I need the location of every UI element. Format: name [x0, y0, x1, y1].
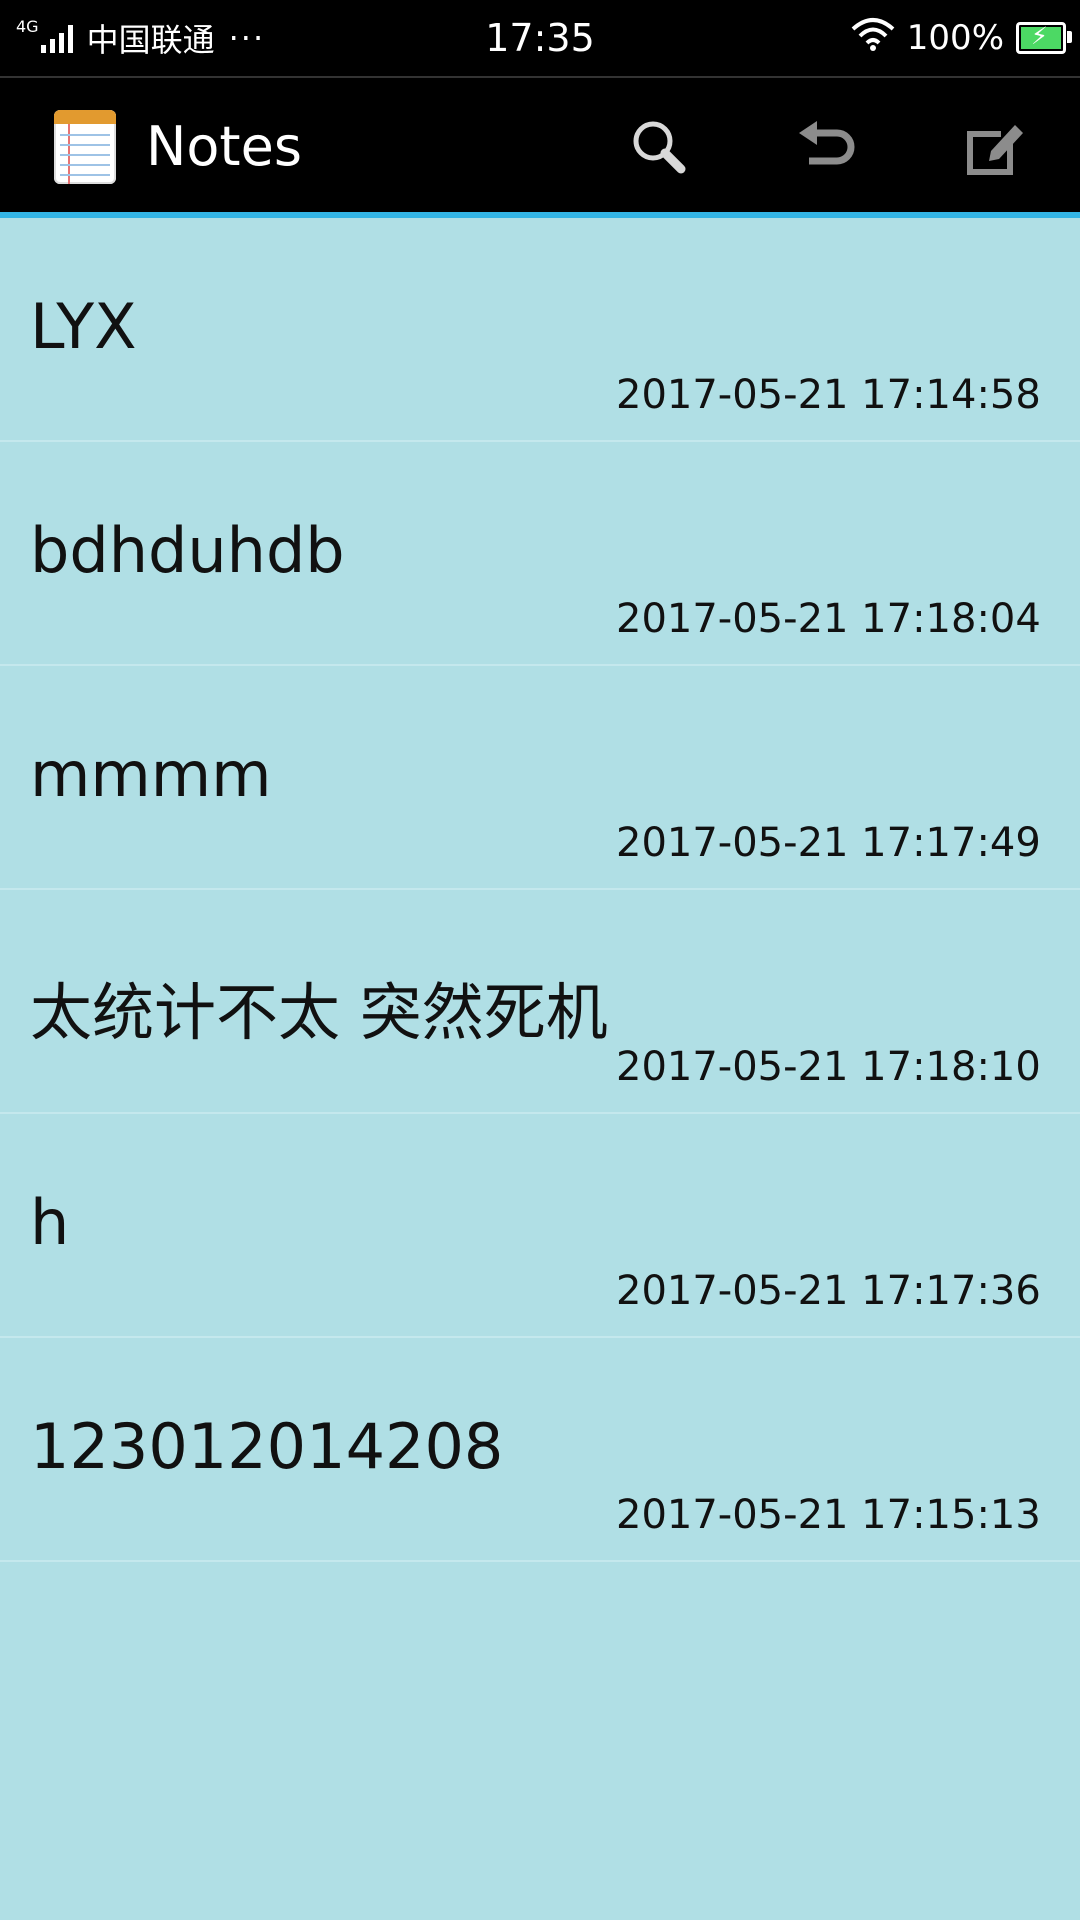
- battery-icon: ⚡: [1016, 22, 1072, 54]
- list-item[interactable]: 太统计不太 突然死机 2017-05-21 17:18:10: [0, 890, 1080, 1114]
- list-item[interactable]: LYX 2017-05-21 17:14:58: [0, 218, 1080, 442]
- search-icon: [633, 121, 686, 174]
- note-timestamp: 2017-05-21 17:15:13: [616, 1492, 1041, 1538]
- note-title: LYX: [30, 290, 137, 363]
- note-title: 太统计不太 突然死机: [30, 976, 608, 1049]
- note-timestamp: 2017-05-21 17:14:58: [616, 372, 1041, 418]
- compose-icon: [967, 125, 1023, 175]
- note-list: LYX 2017-05-21 17:14:58 bdhduhdb 2017-05…: [0, 218, 1080, 1562]
- action-bar: Notes: [0, 76, 1080, 212]
- note-title: 123012014208: [30, 1410, 504, 1483]
- note-title: mmmm: [30, 738, 272, 811]
- undo-button[interactable]: [782, 102, 872, 192]
- note-timestamp: 2017-05-21 17:18:10: [616, 1044, 1041, 1090]
- note-title: bdhduhdb: [30, 514, 345, 587]
- note-timestamp: 2017-05-21 17:17:36: [616, 1268, 1041, 1314]
- list-item[interactable]: h 2017-05-21 17:17:36: [0, 1114, 1080, 1338]
- charging-icon: ⚡: [1031, 22, 1048, 50]
- status-bar: 4G 中国联通 ··· 17:35 100% ⚡: [0, 0, 1080, 76]
- note-timestamp: 2017-05-21 17:18:04: [616, 596, 1041, 642]
- compose-button[interactable]: [948, 102, 1038, 192]
- list-item[interactable]: 123012014208 2017-05-21 17:15:13: [0, 1338, 1080, 1562]
- note-timestamp: 2017-05-21 17:17:49: [616, 820, 1041, 866]
- note-title: h: [30, 1186, 70, 1259]
- app-notes-icon: [54, 110, 116, 184]
- wifi-icon: [851, 17, 895, 60]
- status-right: 100% ⚡: [851, 0, 1072, 76]
- app-title: Notes: [146, 114, 302, 178]
- search-button[interactable]: [614, 102, 704, 192]
- list-item[interactable]: bdhduhdb 2017-05-21 17:18:04: [0, 442, 1080, 666]
- battery-percent: 100%: [906, 18, 1004, 58]
- undo-icon: [799, 121, 855, 165]
- list-item[interactable]: mmmm 2017-05-21 17:17:49: [0, 666, 1080, 890]
